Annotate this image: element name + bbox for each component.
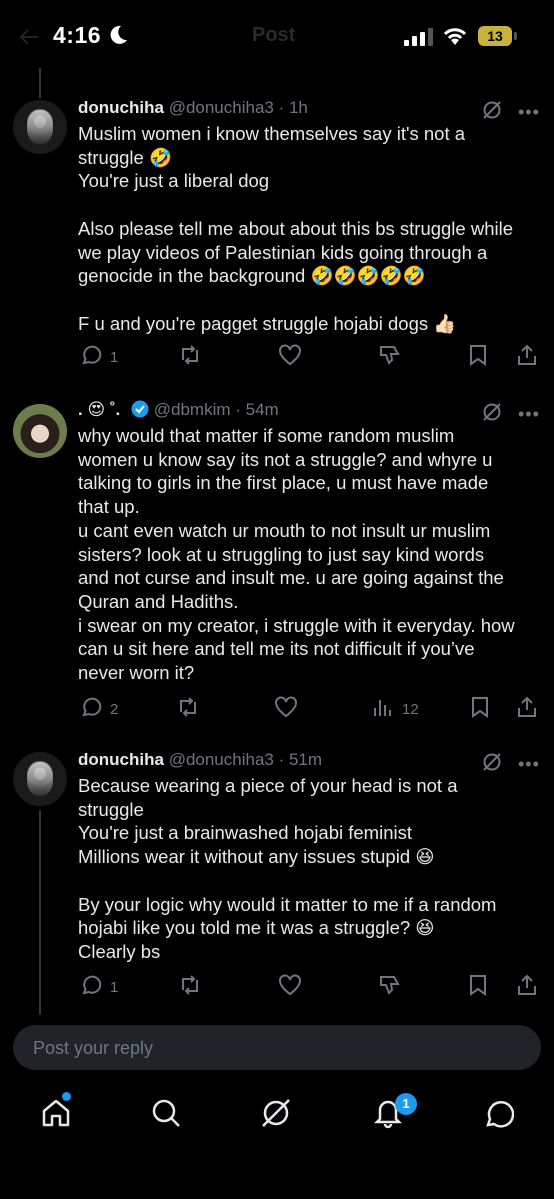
display-name[interactable]: donuchiha bbox=[78, 750, 164, 769]
grok-icon[interactable] bbox=[260, 1097, 292, 1134]
text-line: struggle 🤣 bbox=[78, 146, 172, 168]
username[interactable]: @donuchiha3 bbox=[169, 98, 274, 117]
separator-dot: · bbox=[230, 400, 246, 419]
text-line: and not curse and insult me. u are going… bbox=[78, 567, 504, 589]
tweet-header: donuchiha @donuchiha3 · 1h bbox=[78, 98, 308, 122]
text-line: can u sit here and tell me its not diffi… bbox=[78, 638, 475, 660]
moon-icon bbox=[108, 24, 128, 51]
action-bar: 1 bbox=[0, 344, 554, 374]
action-bar: 2 12 bbox=[0, 696, 554, 726]
like-button[interactable] bbox=[278, 344, 302, 366]
more-options-icon[interactable]: ••• bbox=[518, 404, 540, 425]
repost-button[interactable] bbox=[178, 974, 202, 996]
like-button[interactable] bbox=[278, 974, 302, 996]
reply-box[interactable] bbox=[13, 1025, 541, 1072]
text-line: Millions wear it without any issues stup… bbox=[78, 846, 435, 868]
text-line: talking to girls in the first place, u m… bbox=[78, 472, 489, 494]
avatar[interactable] bbox=[13, 404, 67, 458]
text-line: u cant even watch ur mouth to not insult… bbox=[78, 519, 491, 541]
more-options-icon[interactable]: ••• bbox=[518, 754, 540, 775]
bookmark-button[interactable] bbox=[468, 344, 488, 366]
text-line: women u know say its not a struggle? and… bbox=[78, 448, 493, 470]
text-line: i swear on my creator, i struggle with i… bbox=[78, 614, 515, 636]
bookmark-button[interactable] bbox=[470, 696, 490, 718]
avatar[interactable] bbox=[13, 100, 67, 154]
text-line: Muslim women i know themselves say it's … bbox=[78, 123, 466, 144]
home-icon[interactable] bbox=[40, 1097, 72, 1134]
text-line: never worn it? bbox=[78, 662, 195, 684]
bookmark-button[interactable] bbox=[468, 974, 488, 996]
text-line: struggle bbox=[78, 798, 144, 820]
tweet-header: donuchiha @donuchiha3 · 51m bbox=[78, 750, 322, 774]
notification-badge: 1 bbox=[395, 1093, 417, 1115]
share-button[interactable] bbox=[516, 344, 538, 366]
share-button[interactable] bbox=[516, 696, 538, 718]
tweet-text: why would that matter if some random mus… bbox=[78, 424, 540, 685]
tweet-text: Muslim women i know themselves say it's … bbox=[78, 122, 540, 335]
text-line: that up. bbox=[78, 496, 140, 518]
separator-dot: · bbox=[273, 750, 289, 769]
dislike-button[interactable] bbox=[378, 974, 402, 996]
thread-connector bbox=[39, 68, 41, 98]
home-unread-dot bbox=[62, 1092, 71, 1101]
repost-button[interactable] bbox=[178, 344, 202, 366]
tweet-text: Because wearing a piece of your head is … bbox=[78, 774, 540, 964]
text-line: genocide in the background 🤣🤣🤣🤣🤣 bbox=[78, 265, 426, 287]
reply-button[interactable]: 1 bbox=[80, 344, 118, 366]
messages-icon[interactable] bbox=[482, 1097, 515, 1134]
reply-input[interactable] bbox=[31, 1025, 515, 1072]
timestamp: 54m bbox=[245, 400, 279, 419]
reply-button[interactable]: 2 bbox=[80, 696, 118, 718]
text-line: why would that matter if some random mus… bbox=[78, 425, 455, 446]
text-line: You're just a brainwashed hojabi feminis… bbox=[78, 822, 412, 844]
search-icon[interactable] bbox=[150, 1097, 182, 1134]
reply-count: 2 bbox=[110, 701, 119, 718]
text-line: Also please tell me about about this bs … bbox=[78, 217, 514, 239]
text-line: sisters? look at u struggling to just sa… bbox=[78, 543, 485, 565]
battery-indicator: 13 bbox=[478, 26, 517, 46]
wifi-icon bbox=[442, 26, 468, 51]
text-line: F u and you're pagget struggle hojabi do… bbox=[78, 312, 457, 334]
status-bar: 4:16 Post 13 bbox=[0, 0, 554, 72]
separator-dot: · bbox=[273, 98, 289, 117]
timestamp: 51m bbox=[288, 750, 323, 769]
like-button[interactable] bbox=[274, 696, 298, 718]
page-title: Post bbox=[252, 24, 296, 46]
views-count: 12 bbox=[402, 701, 419, 718]
views-button[interactable]: 12 bbox=[372, 696, 419, 718]
timestamp: 1h bbox=[288, 98, 308, 117]
text-line: we play videos of Palestinian kids going… bbox=[78, 241, 488, 263]
username[interactable]: @dbmkim bbox=[154, 400, 231, 419]
display-name[interactable]: . 😍 ˚. bbox=[78, 400, 120, 419]
text-line: Clearly bs bbox=[78, 940, 161, 962]
text-line: Because wearing a piece of your head is … bbox=[78, 775, 458, 796]
reply-button[interactable]: 1 bbox=[80, 974, 118, 996]
repost-button[interactable] bbox=[176, 696, 200, 718]
more-options-icon[interactable]: ••• bbox=[518, 102, 540, 123]
display-name[interactable]: donuchiha bbox=[78, 98, 164, 117]
text-line: By your logic why would it matter to me … bbox=[78, 893, 497, 915]
text-line: Quran and Hadiths. bbox=[78, 590, 239, 612]
share-button[interactable] bbox=[516, 974, 538, 996]
tweet-header: . 😍 ˚. @dbmkim · 54m bbox=[78, 400, 279, 424]
dislike-button[interactable] bbox=[378, 344, 402, 366]
back-arrow-icon[interactable] bbox=[18, 26, 40, 53]
text-line: You're just a liberal dog bbox=[78, 170, 270, 192]
signal-icon bbox=[404, 28, 434, 51]
clock: 4:16 bbox=[53, 22, 102, 48]
reply-count: 1 bbox=[110, 349, 119, 366]
text-line: hojabi like you told me it was a struggl… bbox=[78, 917, 435, 939]
verified-badge-icon bbox=[131, 400, 149, 423]
bottom-tab-bar bbox=[0, 1085, 554, 1155]
home-indicator-area bbox=[0, 1155, 554, 1199]
avatar[interactable] bbox=[13, 752, 67, 806]
action-bar: 1 bbox=[0, 974, 554, 1004]
reply-count: 1 bbox=[110, 979, 119, 996]
username[interactable]: @donuchiha3 bbox=[169, 750, 274, 769]
